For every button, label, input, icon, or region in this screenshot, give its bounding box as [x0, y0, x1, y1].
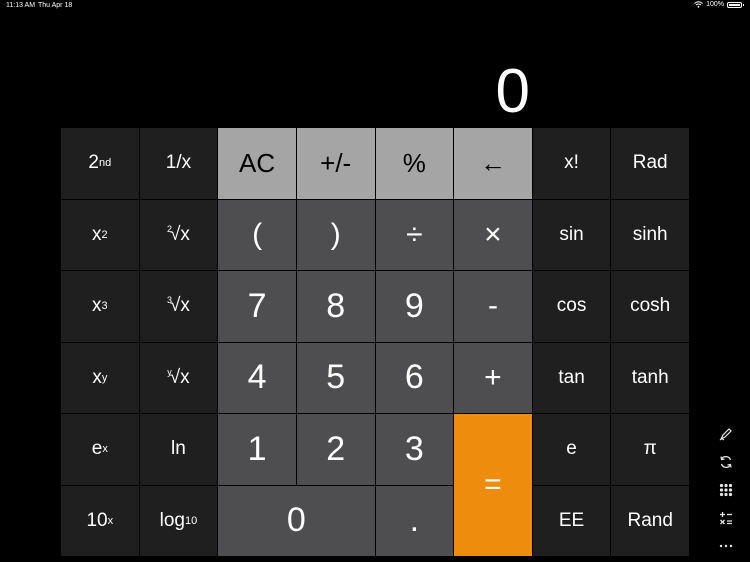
sidebar-icons: [714, 422, 738, 562]
digit-8-button[interactable]: 8: [296, 271, 375, 342]
root-index: 2: [166, 223, 172, 234]
cube-root-index: 3: [166, 295, 172, 306]
second-sup: nd: [98, 157, 112, 170]
x-squared-base: x: [92, 223, 102, 245]
digit-6-button[interactable]: 6: [375, 342, 454, 413]
battery-percent: 100%: [706, 1, 724, 8]
y-root-index: y: [167, 366, 172, 377]
rad-button[interactable]: Rad: [611, 128, 689, 199]
x-cubed-button[interactable]: x3: [61, 271, 139, 342]
pi-button[interactable]: π: [611, 414, 689, 485]
cosh-button[interactable]: cosh: [611, 271, 689, 342]
tan-button[interactable]: tan: [532, 342, 611, 413]
log10-button[interactable]: log 10: [139, 485, 218, 556]
x-cubed-base: x: [92, 295, 102, 317]
equals-button[interactable]: =: [454, 414, 532, 556]
grid-icon[interactable]: [714, 478, 738, 502]
status-date: Thu Apr 18: [38, 2, 73, 9]
divide-button[interactable]: ÷: [375, 199, 454, 270]
square-root-x: x: [180, 223, 190, 245]
x-squared-sup: 2: [101, 228, 108, 241]
plus-button[interactable]: +: [454, 342, 532, 413]
battery-icon: [727, 1, 744, 8]
y-root-symbol: y√: [167, 366, 181, 388]
e-pow-x-button[interactable]: ex: [61, 414, 139, 485]
x-pow-y-sup: y: [101, 371, 108, 384]
digit-4-button[interactable]: 4: [218, 342, 296, 413]
ln-button[interactable]: ln: [139, 414, 218, 485]
e-pow-x-base: e: [91, 438, 103, 460]
factorial-button[interactable]: x!: [532, 128, 611, 199]
digit-1-button[interactable]: 1: [218, 414, 296, 485]
root-symbol: 2√: [166, 223, 181, 245]
cube-root-symbol: 3√: [166, 295, 181, 317]
tanh-button[interactable]: tanh: [611, 342, 689, 413]
x-pow-y-button[interactable]: xy: [61, 342, 139, 413]
ten-pow-x-sup: x: [107, 514, 114, 527]
cube-root-x: x: [180, 295, 190, 317]
e-constant-button[interactable]: e: [532, 414, 611, 485]
decimal-button[interactable]: .: [375, 485, 454, 556]
digit-2-button[interactable]: 2: [296, 414, 375, 485]
multiply-button[interactable]: ×: [454, 199, 532, 270]
square-root-button[interactable]: 2√ x: [139, 199, 218, 270]
rand-button[interactable]: Rand: [611, 485, 689, 556]
ten-pow-x-button[interactable]: 10 x: [61, 485, 139, 556]
sin-button[interactable]: sin: [532, 199, 611, 270]
ten-pow-x-base: 10: [86, 509, 108, 531]
log10-base: log: [159, 509, 185, 531]
digit-5-button[interactable]: 5: [296, 342, 375, 413]
percent-button[interactable]: %: [375, 128, 454, 199]
backspace-button[interactable]: ←: [454, 128, 532, 199]
status-time: 11:13 AM: [6, 2, 36, 9]
second-function-button[interactable]: 1/x2nd: [61, 128, 139, 199]
keypad: 1/x2nd 1/x AC +/- % ← x! Rad x2 2√x ( ) …: [61, 128, 689, 556]
y-root-button[interactable]: y√ x: [139, 342, 218, 413]
x-pow-y-base: x: [92, 366, 102, 388]
ee-button[interactable]: EE: [532, 485, 611, 556]
digit-3-button[interactable]: 3: [375, 414, 454, 485]
all-clear-button[interactable]: AC: [218, 128, 296, 199]
reciprocal-button[interactable]: 1/x: [139, 128, 218, 199]
cos-button[interactable]: cos: [532, 271, 611, 342]
digit-0-button[interactable]: 0: [218, 485, 375, 556]
digit-9-button[interactable]: 9: [375, 271, 454, 342]
log10-sub: 10: [184, 514, 198, 527]
sinh-button[interactable]: sinh: [611, 199, 689, 270]
y-root-x: x: [180, 366, 190, 388]
open-paren-button[interactable]: (: [218, 199, 296, 270]
second-base: 2: [88, 152, 99, 174]
e-pow-x-sup: x: [102, 443, 108, 456]
cube-root-button[interactable]: 3√ x: [139, 271, 218, 342]
wifi-icon: [694, 1, 703, 8]
digit-7-button[interactable]: 7: [218, 271, 296, 342]
refresh-icon[interactable]: [714, 450, 738, 474]
sign-toggle-button[interactable]: +/-: [296, 128, 375, 199]
minus-button[interactable]: -: [454, 271, 532, 342]
operators-icon[interactable]: [714, 506, 738, 530]
result-display: 0: [495, 57, 530, 126]
close-paren-button[interactable]: ): [296, 199, 375, 270]
status-bar: 11:13 AM Thu Apr 18 100%: [0, 0, 750, 14]
pen-icon[interactable]: [714, 422, 738, 446]
more-icon[interactable]: [714, 534, 738, 558]
status-right: 100%: [694, 1, 744, 8]
x-cubed-sup: 3: [101, 300, 108, 313]
x-squared-button[interactable]: x2: [61, 199, 139, 270]
